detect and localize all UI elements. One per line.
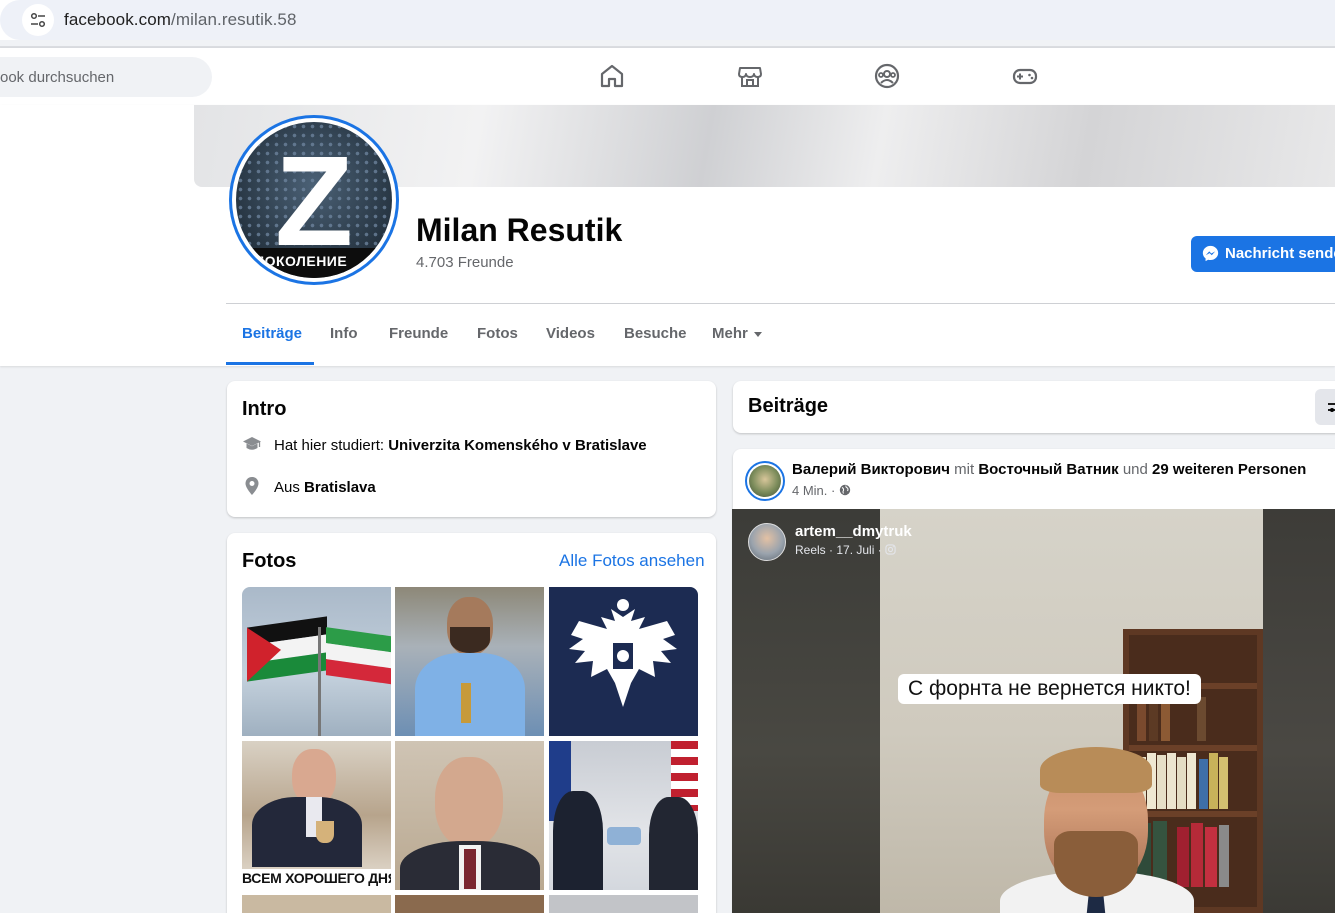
send-message-label: Nachricht senden (1225, 245, 1335, 262)
photo-partial[interactable] (242, 895, 391, 913)
top-navigation: ook durchsuchen (0, 48, 1335, 105)
photo-tea[interactable]: ВСЕМ ХОРОШЕГО ДНЯ! (242, 741, 391, 890)
filter-icon (1328, 403, 1335, 412)
photo-partial[interactable] (549, 895, 698, 913)
tab-friends[interactable]: Freunde (389, 304, 448, 365)
site-info-icon[interactable] (22, 4, 54, 36)
photo-flags[interactable] (242, 587, 391, 736)
video-author-name[interactable]: artem__dmytruk (795, 523, 912, 540)
messenger-icon (1202, 245, 1219, 262)
tab-photos[interactable]: Fotos (477, 304, 518, 365)
tab-posts[interactable]: Beiträge (226, 304, 314, 365)
photo-portrait[interactable] (395, 741, 544, 890)
posts-title: Beiträge (748, 395, 829, 417)
search-placeholder: ook durchsuchen (0, 69, 115, 86)
tab-info[interactable]: Info (330, 304, 358, 365)
posts-header-card: Beiträge (733, 381, 1335, 433)
photo-meeting[interactable] (549, 741, 698, 890)
post-time[interactable]: 4 Min. · (792, 483, 835, 498)
send-message-button[interactable]: Nachricht senden (1191, 236, 1335, 272)
search-input[interactable]: ook durchsuchen (0, 57, 212, 97)
gaming-icon[interactable] (1011, 62, 1039, 90)
photo-partial[interactable] (395, 895, 544, 913)
see-all-photos-link[interactable]: Alle Fotos ansehen (559, 551, 705, 571)
photo-man-seated[interactable] (395, 587, 544, 736)
post-author-name[interactable]: Валерий Викторович (792, 461, 950, 478)
photo-overlay-text: ВСЕМ ХОРОШЕГО ДНЯ! (242, 870, 391, 886)
url-domain: facebook.com (64, 10, 172, 29)
post-author-avatar[interactable] (745, 461, 785, 501)
post-header: Валерий Викторович mit Восточный Ватник … (792, 461, 1307, 478)
marketplace-icon[interactable] (736, 62, 764, 90)
chevron-down-icon (753, 331, 762, 337)
profile-name: Milan Resutik (416, 212, 623, 248)
post-others-link[interactable]: 29 weiteren Personen (1152, 461, 1306, 478)
intro-card: Intro Hat hier studiert: Univerzita Kome… (227, 381, 716, 517)
graduation-cap-icon (243, 437, 261, 450)
photo-coat-of-arms[interactable] (549, 587, 698, 736)
url-bar[interactable]: facebook.com/milan.resutik.58 (0, 0, 1335, 40)
avatar-text: ПОКОЛЕНИЕ (254, 253, 348, 269)
friends-count[interactable]: 4.703 Freunde (416, 254, 514, 271)
education-link[interactable]: Univerzita Komenského v Bratislave (388, 437, 646, 454)
video-author-avatar[interactable] (748, 523, 786, 561)
filters-button[interactable] (1315, 389, 1335, 425)
intro-title: Intro (242, 398, 287, 420)
location-pin-icon (245, 477, 259, 495)
profile-header: Z ПОКОЛЕНИЕ Milan Resutik 4.703 Freunde … (0, 105, 1335, 366)
url-text[interactable]: facebook.com/milan.resutik.58 (64, 10, 297, 30)
url-path: /milan.resutik.58 (171, 10, 297, 29)
post-tagged-name[interactable]: Восточный Ватник (978, 461, 1118, 478)
post-meta: 4 Min. · (792, 483, 851, 498)
tab-more[interactable]: Mehr (712, 304, 762, 365)
globe-icon (839, 484, 851, 496)
post-video[interactable]: С форнта не вернется никто! artem__dmytr… (732, 509, 1335, 913)
video-caption: С форнта не вернется никто! (898, 674, 1201, 704)
tab-checkins[interactable]: Besuche (624, 304, 687, 365)
instagram-icon (885, 544, 896, 555)
groups-icon[interactable] (873, 62, 901, 90)
tab-videos[interactable]: Videos (546, 304, 595, 365)
photos-card: Fotos Alle Fotos ansehen ВСЕМ ХОРОШЕГО Д… (227, 533, 716, 913)
profile-avatar[interactable]: Z ПОКОЛЕНИЕ (229, 115, 399, 285)
home-icon[interactable] (598, 62, 626, 90)
hometown-link[interactable]: Bratislava (304, 479, 376, 496)
photos-title: Fotos (242, 550, 297, 572)
video-meta: Reels · 17. Juli · (795, 543, 896, 557)
browser-address-bar: facebook.com/milan.resutik.58 (0, 0, 1335, 40)
